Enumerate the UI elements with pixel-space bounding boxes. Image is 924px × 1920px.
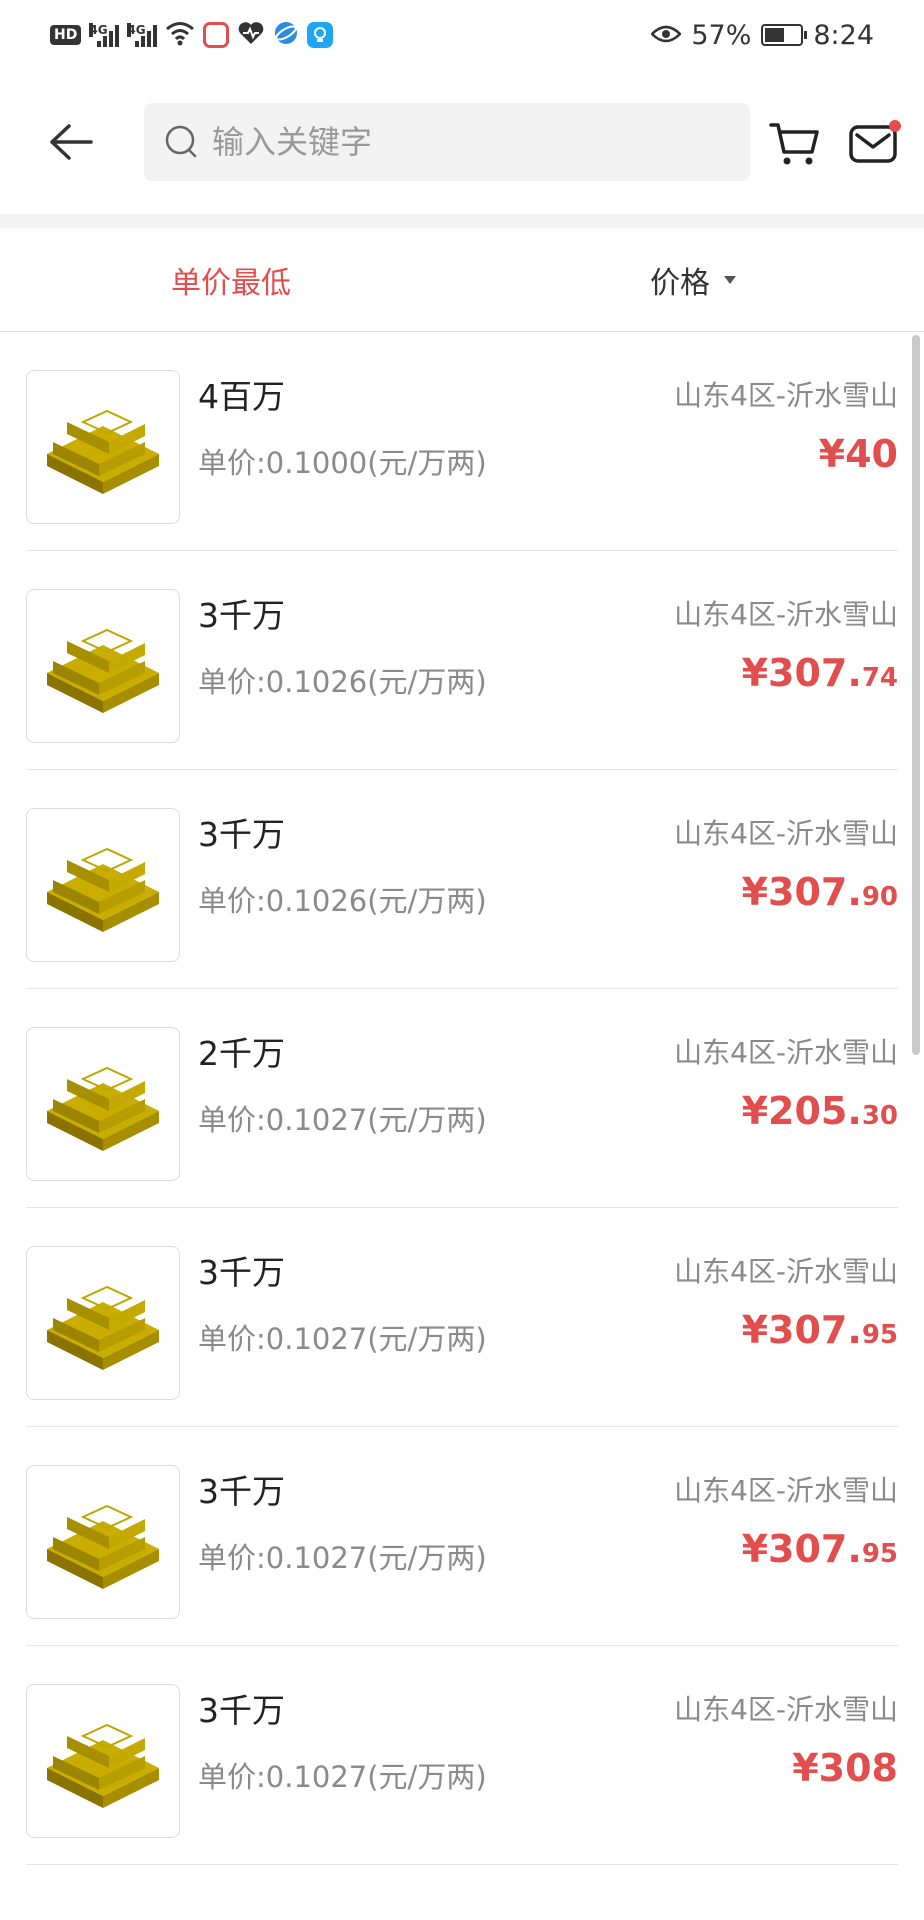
price-main: ¥307. [741, 651, 862, 695]
signal-label: 4G [127, 23, 146, 37]
gold-bars-icon [47, 1285, 159, 1370]
price-main: ¥307. [741, 870, 862, 914]
price-main: ¥40 [818, 432, 898, 476]
gold-bars-icon [47, 1723, 159, 1808]
listing-item[interactable]: 3千万 单价:0.1027(元/万两) 山东4区-沂水雪山 ¥307.95 [26, 1427, 898, 1646]
item-unit-price: 单价:0.1026(元/万两) [198, 665, 487, 699]
listing-item[interactable]: 2千万 单价:0.1027(元/万两) 山东4区-沂水雪山 ¥205.30 [26, 989, 898, 1208]
section-divider [0, 214, 924, 228]
signal-strength-icon: 4G [127, 23, 158, 47]
price-main: ¥205. [741, 1089, 862, 1133]
gold-bars-icon [47, 847, 159, 932]
gold-bars-icon [47, 1066, 159, 1151]
item-title: 2千万 [198, 1034, 285, 1073]
listing-item[interactable]: 3千万 单价:0.1027(元/万两) 山东4区-沂水雪山 ¥307.95 [26, 1208, 898, 1427]
signal-label: 4G [89, 23, 108, 37]
browser-app-icon [273, 20, 299, 50]
item-thumbnail [26, 589, 180, 743]
scrollbar[interactable] [912, 335, 920, 1055]
messages-button[interactable] [843, 114, 903, 174]
battery-percent: 57% [691, 19, 752, 51]
price-decimal: 95 [861, 1539, 898, 1569]
item-price: ¥205.30 [742, 1089, 898, 1133]
item-price: ¥307.74 [742, 651, 898, 695]
battery-icon [761, 24, 808, 46]
item-price: ¥40 [819, 432, 898, 476]
item-unit-price: 单价:0.1027(元/万两) [198, 1541, 487, 1575]
status-icons-left: HD 4G 4G [50, 18, 334, 52]
item-server: 山东4区-沂水雪山 [674, 1693, 898, 1726]
sort-tab-label: 单价最低 [171, 266, 291, 301]
item-thumbnail [26, 1246, 180, 1400]
item-title: 3千万 [198, 1691, 285, 1730]
item-price: ¥307.95 [742, 1527, 898, 1571]
lightbulb-app-icon [307, 22, 334, 48]
price-decimal: 95 [861, 1320, 898, 1350]
item-server: 山东4区-沂水雪山 [674, 817, 898, 850]
clock-time: 8:24 [813, 19, 874, 51]
item-price: ¥308 [792, 1746, 898, 1790]
back-button[interactable] [40, 112, 100, 172]
item-unit-price: 单价:0.1027(元/万两) [198, 1760, 487, 1794]
listing-item[interactable]: 3千万 单价:0.1027(元/万两) 山东4区-沂水雪山 ¥308 [26, 1646, 898, 1865]
item-thumbnail [26, 808, 180, 962]
gold-bars-icon [47, 409, 159, 494]
top-nav-bar [0, 70, 924, 214]
item-unit-price: 单价:0.1026(元/万两) [198, 884, 487, 918]
sort-bar: 单价最低 价格 [0, 228, 924, 332]
search-input[interactable] [212, 123, 732, 161]
status-bar: HD 4G 4G 57% 8:24 [0, 0, 924, 70]
item-title: 3千万 [198, 596, 285, 635]
item-unit-price: 单价:0.1027(元/万两) [198, 1103, 487, 1137]
item-title: 3千万 [198, 815, 285, 854]
listing-item[interactable]: 3千万 单价:0.1026(元/万两) 山东4区-沂水雪山 ¥307.74 [26, 551, 898, 770]
caret-down-icon [724, 276, 736, 284]
item-unit-price: 单价:0.1027(元/万两) [198, 1322, 487, 1356]
price-decimal: 90 [861, 882, 898, 912]
price-decimal: 74 [861, 663, 898, 693]
listing-item[interactable]: 3千万 单价:0.1026(元/万两) 山东4区-沂水雪山 ¥307.90 [26, 770, 898, 989]
item-price: ¥307.90 [742, 870, 898, 914]
price-main: ¥307. [741, 1308, 862, 1352]
search-icon [165, 125, 197, 158]
wifi-icon [165, 20, 195, 50]
item-title: 4百万 [198, 377, 285, 416]
cart-button[interactable] [764, 114, 824, 174]
health-heart-icon [237, 20, 265, 50]
gold-bars-icon [47, 628, 159, 713]
item-unit-price: 单价:0.1000(元/万两) [198, 446, 487, 480]
item-server: 山东4区-沂水雪山 [674, 1036, 898, 1069]
item-server: 山东4区-沂水雪山 [674, 379, 898, 412]
signal-strength-icon: 4G [89, 23, 120, 47]
search-bar[interactable] [144, 103, 750, 181]
item-server: 山东4区-沂水雪山 [674, 598, 898, 631]
item-thumbnail [26, 1027, 180, 1181]
battery-fill [765, 28, 785, 42]
item-title: 3千万 [198, 1472, 285, 1511]
gold-bars-icon [47, 1504, 159, 1589]
eye-comfort-icon [650, 20, 683, 51]
price-main: ¥308 [792, 1746, 898, 1790]
listing-list: 4百万 单价:0.1000(元/万两) 山东4区-沂水雪山 ¥40 3千万 单价… [0, 332, 924, 1865]
status-icons-right: 57% 8:24 [650, 18, 874, 52]
hd-voice-badge: HD [50, 25, 82, 45]
sort-price-dropdown[interactable]: 价格 [462, 228, 924, 332]
price-main: ¥307. [741, 1527, 862, 1571]
item-thumbnail [26, 1684, 180, 1838]
item-thumbnail [26, 1465, 180, 1619]
item-server: 山东4区-沂水雪山 [674, 1255, 898, 1288]
item-server: 山东4区-沂水雪山 [674, 1474, 898, 1507]
app-notification-icon [203, 22, 230, 48]
back-arrow-icon [50, 124, 93, 160]
item-thumbnail [26, 370, 180, 524]
listing-item[interactable]: 4百万 单价:0.1000(元/万两) 山东4区-沂水雪山 ¥40 [26, 332, 898, 551]
item-price: ¥307.95 [742, 1308, 898, 1352]
item-title: 3千万 [198, 1253, 285, 1292]
shopping-cart-icon [769, 123, 819, 165]
notification-dot [889, 120, 901, 132]
sort-lowest-unit-price-tab[interactable]: 单价最低 [0, 228, 462, 332]
sort-tab-label: 价格 [650, 266, 710, 301]
price-decimal: 30 [861, 1101, 898, 1131]
